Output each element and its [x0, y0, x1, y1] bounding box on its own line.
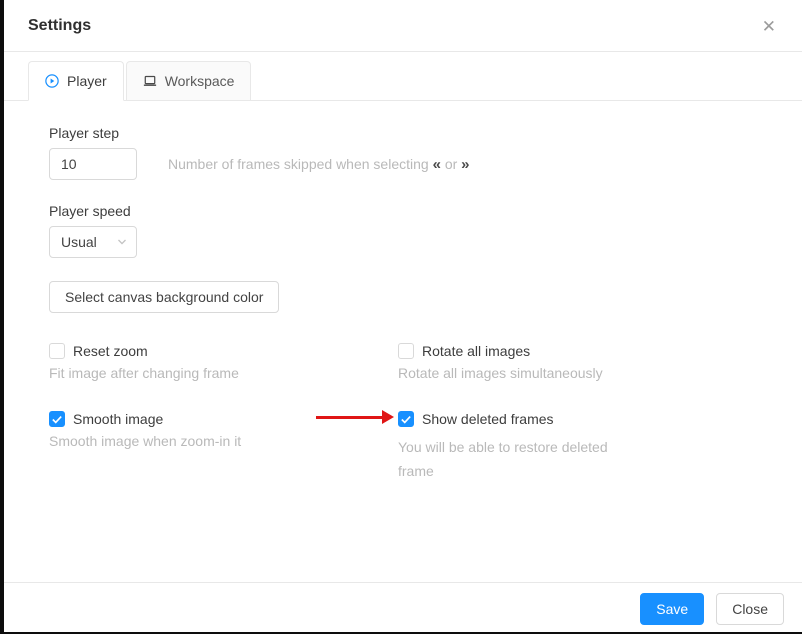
tab-workspace[interactable]: Workspace — [126, 61, 252, 101]
rotate-all-checkbox[interactable]: Rotate all images — [398, 340, 778, 362]
tab-workspace-label: Workspace — [165, 73, 235, 89]
show-deleted-checkbox[interactable]: Show deleted frames — [398, 408, 778, 430]
modal-title: Settings — [28, 17, 91, 35]
checkbox-grid: Reset zoom Fit image after changing fram… — [49, 340, 778, 483]
show-deleted-help: You will be able to restore deleted fram… — [398, 435, 630, 483]
play-circle-icon — [45, 74, 59, 88]
modal-body: Player Workspace Player step Number of f… — [4, 52, 802, 582]
player-step-label: Player step — [49, 122, 778, 144]
player-speed-label: Player speed — [49, 200, 778, 222]
reset-zoom-help: Fit image after changing frame — [49, 362, 398, 384]
save-button[interactable]: Save — [640, 593, 704, 625]
rotate-all-label: Rotate all images — [422, 343, 530, 359]
modal-footer: Save Close — [4, 582, 802, 632]
player-speed-value: Usual — [61, 234, 97, 250]
player-step-input[interactable] — [49, 148, 137, 180]
backward-skip-icon: « — [433, 156, 441, 173]
reset-zoom-cell: Reset zoom Fit image after changing fram… — [49, 340, 398, 384]
forward-skip-icon: » — [461, 156, 469, 173]
rotate-all-cell: Rotate all images Rotate all images simu… — [398, 340, 778, 384]
checkbox-box[interactable] — [398, 411, 414, 427]
smooth-image-label: Smooth image — [73, 411, 163, 427]
show-deleted-label: Show deleted frames — [422, 411, 554, 427]
close-icon[interactable]: ✕ — [760, 18, 778, 35]
checkbox-box[interactable] — [49, 411, 65, 427]
chevron-down-icon — [117, 237, 127, 247]
checkbox-box[interactable] — [398, 343, 414, 359]
canvas-background-button[interactable]: Select canvas background color — [49, 281, 279, 313]
player-step-hint: Number of frames skipped when selecting … — [168, 156, 470, 173]
tabs-bar: Player Workspace — [28, 61, 778, 101]
reset-zoom-checkbox[interactable]: Reset zoom — [49, 340, 398, 362]
settings-modal: Settings ✕ Player — [4, 0, 802, 632]
smooth-image-help: Smooth image when zoom-in it — [49, 430, 398, 452]
player-settings-pane: Player step Number of frames skipped whe… — [28, 122, 778, 483]
tab-player[interactable]: Player — [28, 61, 124, 101]
show-deleted-cell: Show deleted frames You will be able to … — [398, 408, 778, 483]
red-annotation-arrow-icon — [316, 410, 394, 424]
tab-player-label: Player — [67, 73, 107, 89]
checkbox-box[interactable] — [49, 343, 65, 359]
reset-zoom-label: Reset zoom — [73, 343, 148, 359]
player-speed-select[interactable]: Usual — [49, 226, 137, 258]
modal-header: Settings ✕ — [4, 0, 802, 52]
close-button[interactable]: Close — [716, 593, 784, 625]
rotate-all-help: Rotate all images simultaneously — [398, 362, 778, 384]
laptop-icon — [143, 74, 157, 88]
